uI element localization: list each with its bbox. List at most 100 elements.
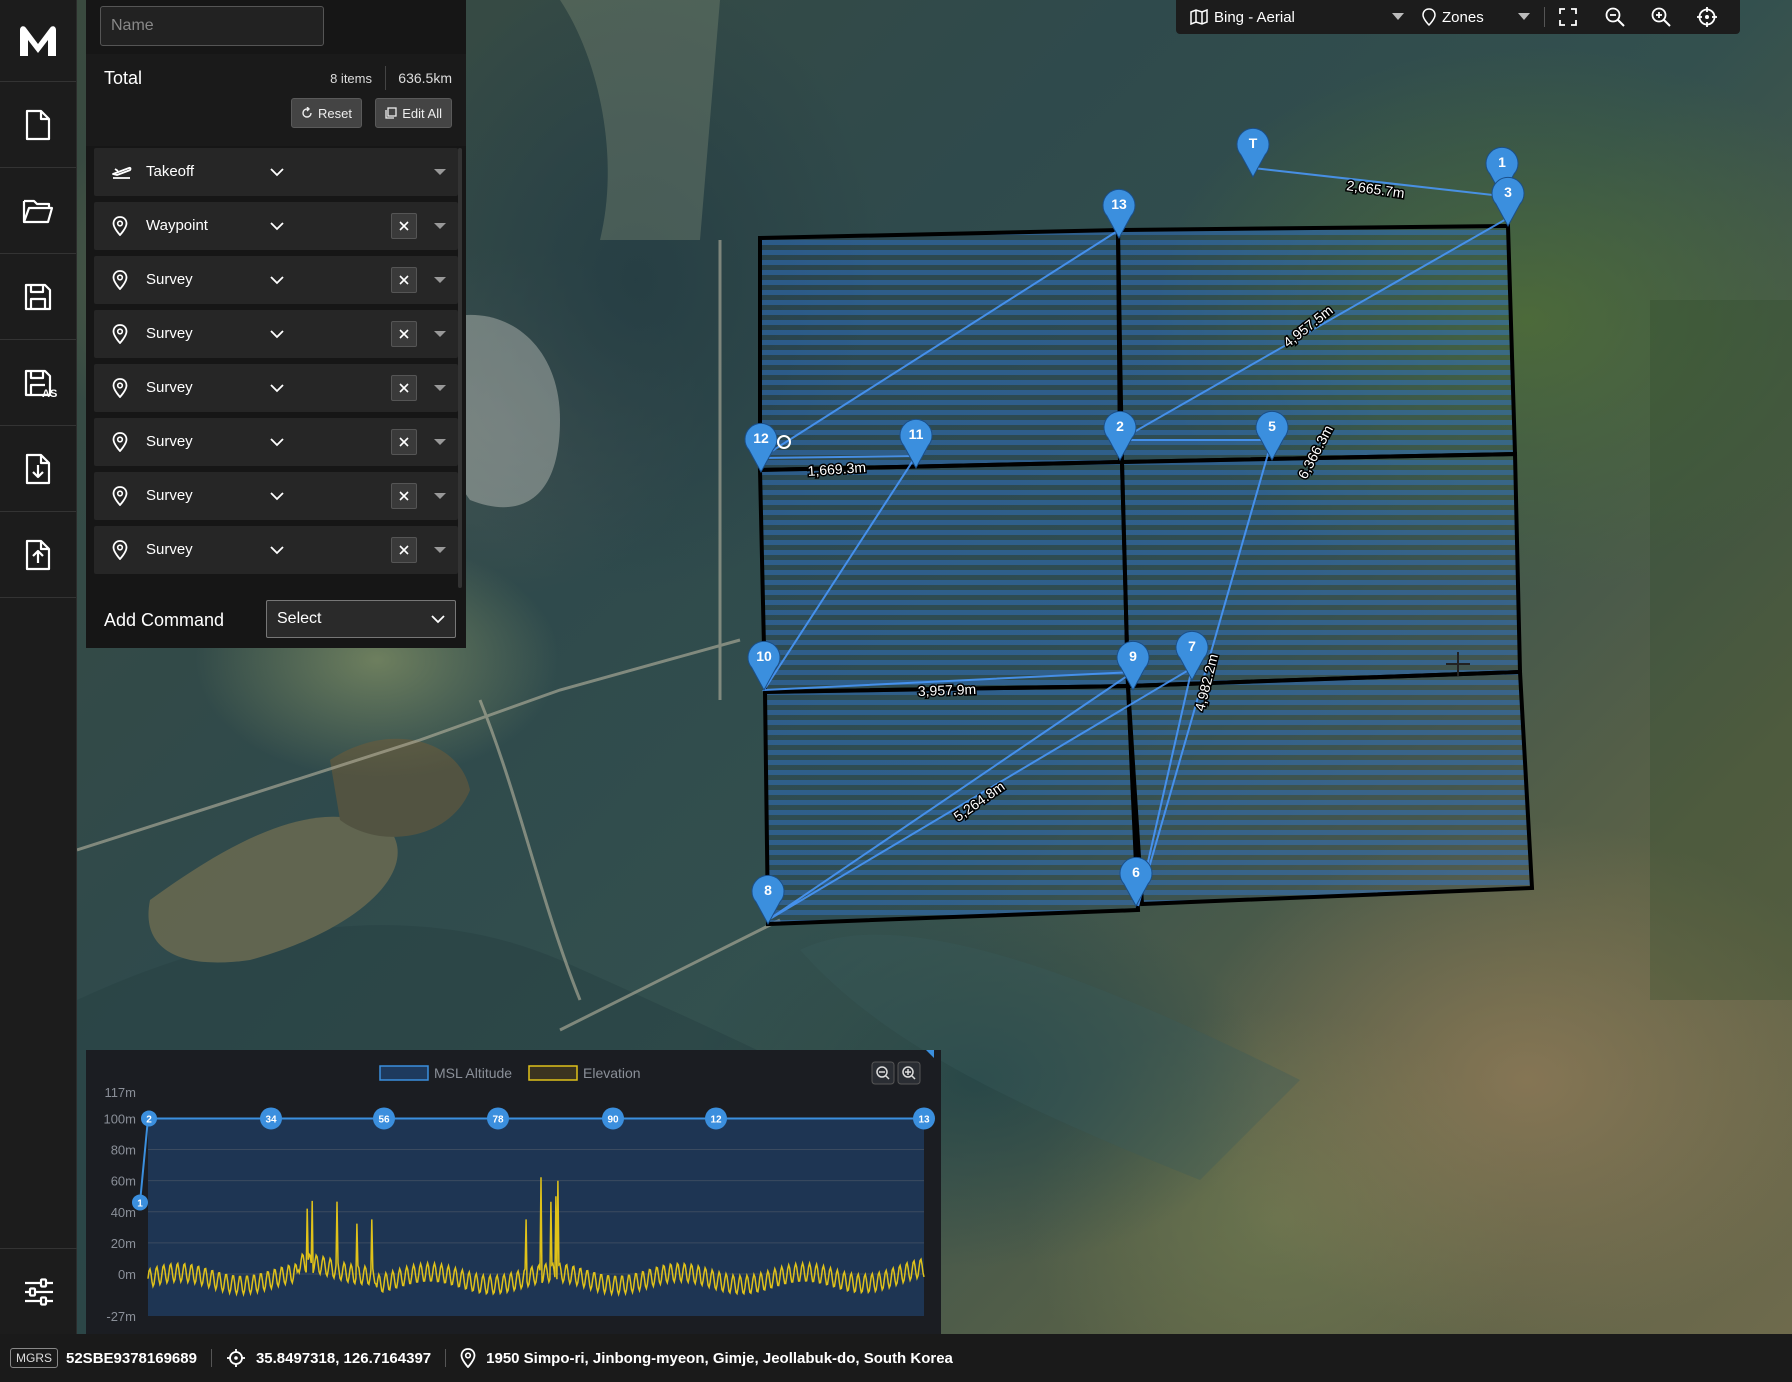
basemap-select[interactable]: Bing - Aerial (1190, 9, 1404, 26)
open-mission-button[interactable] (0, 168, 76, 254)
save-mission-button[interactable] (0, 254, 76, 340)
total-distance: 636.5km (398, 70, 452, 86)
export-icon (25, 539, 51, 570)
command-item-survey[interactable]: Survey (94, 310, 458, 358)
new-mission-button[interactable] (0, 82, 76, 168)
legend-elevation: Elevation (583, 1065, 641, 1081)
waypoint-marker-label: 5 (1268, 418, 1276, 434)
waypoint-marker-label: 13 (1111, 196, 1127, 212)
delete-command-button[interactable] (391, 321, 417, 347)
chart-waypoint-34[interactable]: 34 (260, 1107, 282, 1130)
chevron-down-icon[interactable] (270, 161, 284, 183)
delete-command-button[interactable] (391, 537, 417, 563)
expand-arrow-icon[interactable] (434, 277, 446, 283)
import-icon (25, 453, 51, 484)
expand-arrow-icon[interactable] (434, 223, 446, 229)
resize-handle[interactable] (926, 1050, 934, 1058)
locate-button[interactable] (1697, 7, 1717, 27)
delete-command-button[interactable] (391, 267, 417, 293)
pin-icon (112, 432, 128, 452)
chart-waypoint-2[interactable]: 2 (141, 1110, 157, 1127)
chart-waypoint-label: 34 (265, 1114, 277, 1125)
waypoint-marker-label: 9 (1129, 648, 1137, 664)
expand-arrow-icon[interactable] (434, 547, 446, 553)
legend-swatch-elevation (528, 1065, 578, 1081)
waypoint-marker-3[interactable]: 3 (1491, 176, 1525, 228)
sliders-icon (24, 1277, 53, 1306)
pin-icon (112, 270, 128, 290)
command-item-takeoff[interactable]: Takeoff (94, 148, 458, 196)
chevron-down-icon[interactable] (270, 431, 284, 453)
chevron-down-icon[interactable] (270, 269, 284, 291)
logo-icon (20, 25, 56, 56)
elevation-plot: 117m100m80m60m40m20m0m-27m12 34 56 78 90 12 13 (103, 1085, 935, 1324)
expand-arrow-icon[interactable] (434, 331, 446, 337)
chart-waypoint-56[interactable]: 56 (373, 1107, 395, 1130)
fullscreen-button[interactable] (1559, 8, 1577, 26)
mission-panel: Total 8 items 636.5km Reset Edit All Tak… (86, 0, 466, 648)
command-item-survey[interactable]: Survey (94, 472, 458, 520)
command-label: Survey (146, 541, 193, 558)
expand-arrow-icon[interactable] (434, 385, 446, 391)
command-item-waypoint[interactable]: Waypoint (94, 202, 458, 250)
command-item-survey[interactable]: Survey (94, 526, 458, 574)
delete-command-button[interactable] (391, 213, 417, 239)
chart-waypoint-90[interactable]: 90 (602, 1107, 624, 1130)
export-button[interactable] (0, 512, 76, 598)
fullscreen-icon (1559, 8, 1577, 26)
delete-command-button[interactable] (391, 429, 417, 455)
zones-select[interactable]: Zones (1422, 8, 1530, 26)
chevron-down-icon[interactable] (270, 485, 284, 507)
import-button[interactable] (0, 426, 76, 512)
chart-waypoint-1[interactable]: 1 (132, 1194, 148, 1211)
edit-all-button[interactable]: Edit All (375, 98, 452, 128)
reset-label: Reset (318, 105, 352, 121)
reset-button[interactable]: Reset (291, 98, 362, 128)
dropdown-arrow-icon (1392, 13, 1404, 20)
settings-button[interactable] (0, 1248, 77, 1334)
chart-waypoint-12[interactable]: 12 (705, 1107, 727, 1130)
command-label: Waypoint (146, 217, 208, 234)
survey-grid[interactable] (757, 223, 1535, 927)
chart-waypoint-label: 90 (607, 1114, 619, 1125)
chevron-down-icon[interactable] (270, 539, 284, 561)
y-tick-label: 100m (103, 1111, 136, 1126)
command-item-survey[interactable]: Survey (94, 418, 458, 466)
command-list-scrollbar[interactable] (458, 148, 462, 588)
edit-all-label: Edit All (402, 105, 442, 121)
save-as-badge: AS (42, 388, 58, 400)
delete-command-button[interactable] (391, 483, 417, 509)
chevron-down-icon[interactable] (270, 323, 284, 345)
chart-waypoint-78[interactable]: 78 (487, 1107, 509, 1130)
status-divider (445, 1349, 447, 1367)
chart-waypoint-13[interactable]: 13 (913, 1107, 935, 1130)
app: 2,665.7m 4,957.5m 6,366.3m 1,669.3m 3,95… (0, 0, 1792, 1382)
chevron-down-icon[interactable] (270, 215, 284, 237)
mission-name-input[interactable] (100, 6, 324, 46)
expand-arrow-icon[interactable] (434, 169, 446, 175)
add-command-select[interactable]: Select (266, 600, 456, 638)
save-as-button[interactable]: AS (0, 340, 76, 426)
y-tick-label: 40m (111, 1205, 136, 1220)
zoom-out-button[interactable] (1605, 7, 1625, 27)
status-divider (210, 1349, 212, 1367)
elevation-chart[interactable]: MSL Altitude Elevation 117m 100m 80m 60m 40m… (86, 1050, 941, 1334)
command-item-survey[interactable]: Survey (94, 256, 458, 304)
chart-zoom-out-button[interactable] (871, 1061, 895, 1085)
app-logo[interactable] (0, 0, 76, 82)
delete-command-button[interactable] (391, 375, 417, 401)
chevron-down-icon[interactable] (270, 377, 284, 399)
command-item-survey[interactable]: Survey (94, 364, 458, 412)
zoom-in-button[interactable] (1651, 7, 1671, 27)
waypoint-marker-label: 7 (1188, 638, 1196, 654)
expand-arrow-icon[interactable] (434, 439, 446, 445)
close-icon (399, 383, 409, 393)
waypoint-marker-label: 10 (756, 648, 772, 664)
expand-arrow-icon[interactable] (434, 493, 446, 499)
waypoint-marker-label: 3 (1504, 184, 1512, 200)
chart-zoom-in-button[interactable] (897, 1061, 921, 1085)
pin-icon (112, 486, 128, 506)
distance-label: 3,957.9m (918, 681, 977, 699)
command-label: Survey (146, 379, 193, 396)
locate-icon (1697, 7, 1717, 27)
